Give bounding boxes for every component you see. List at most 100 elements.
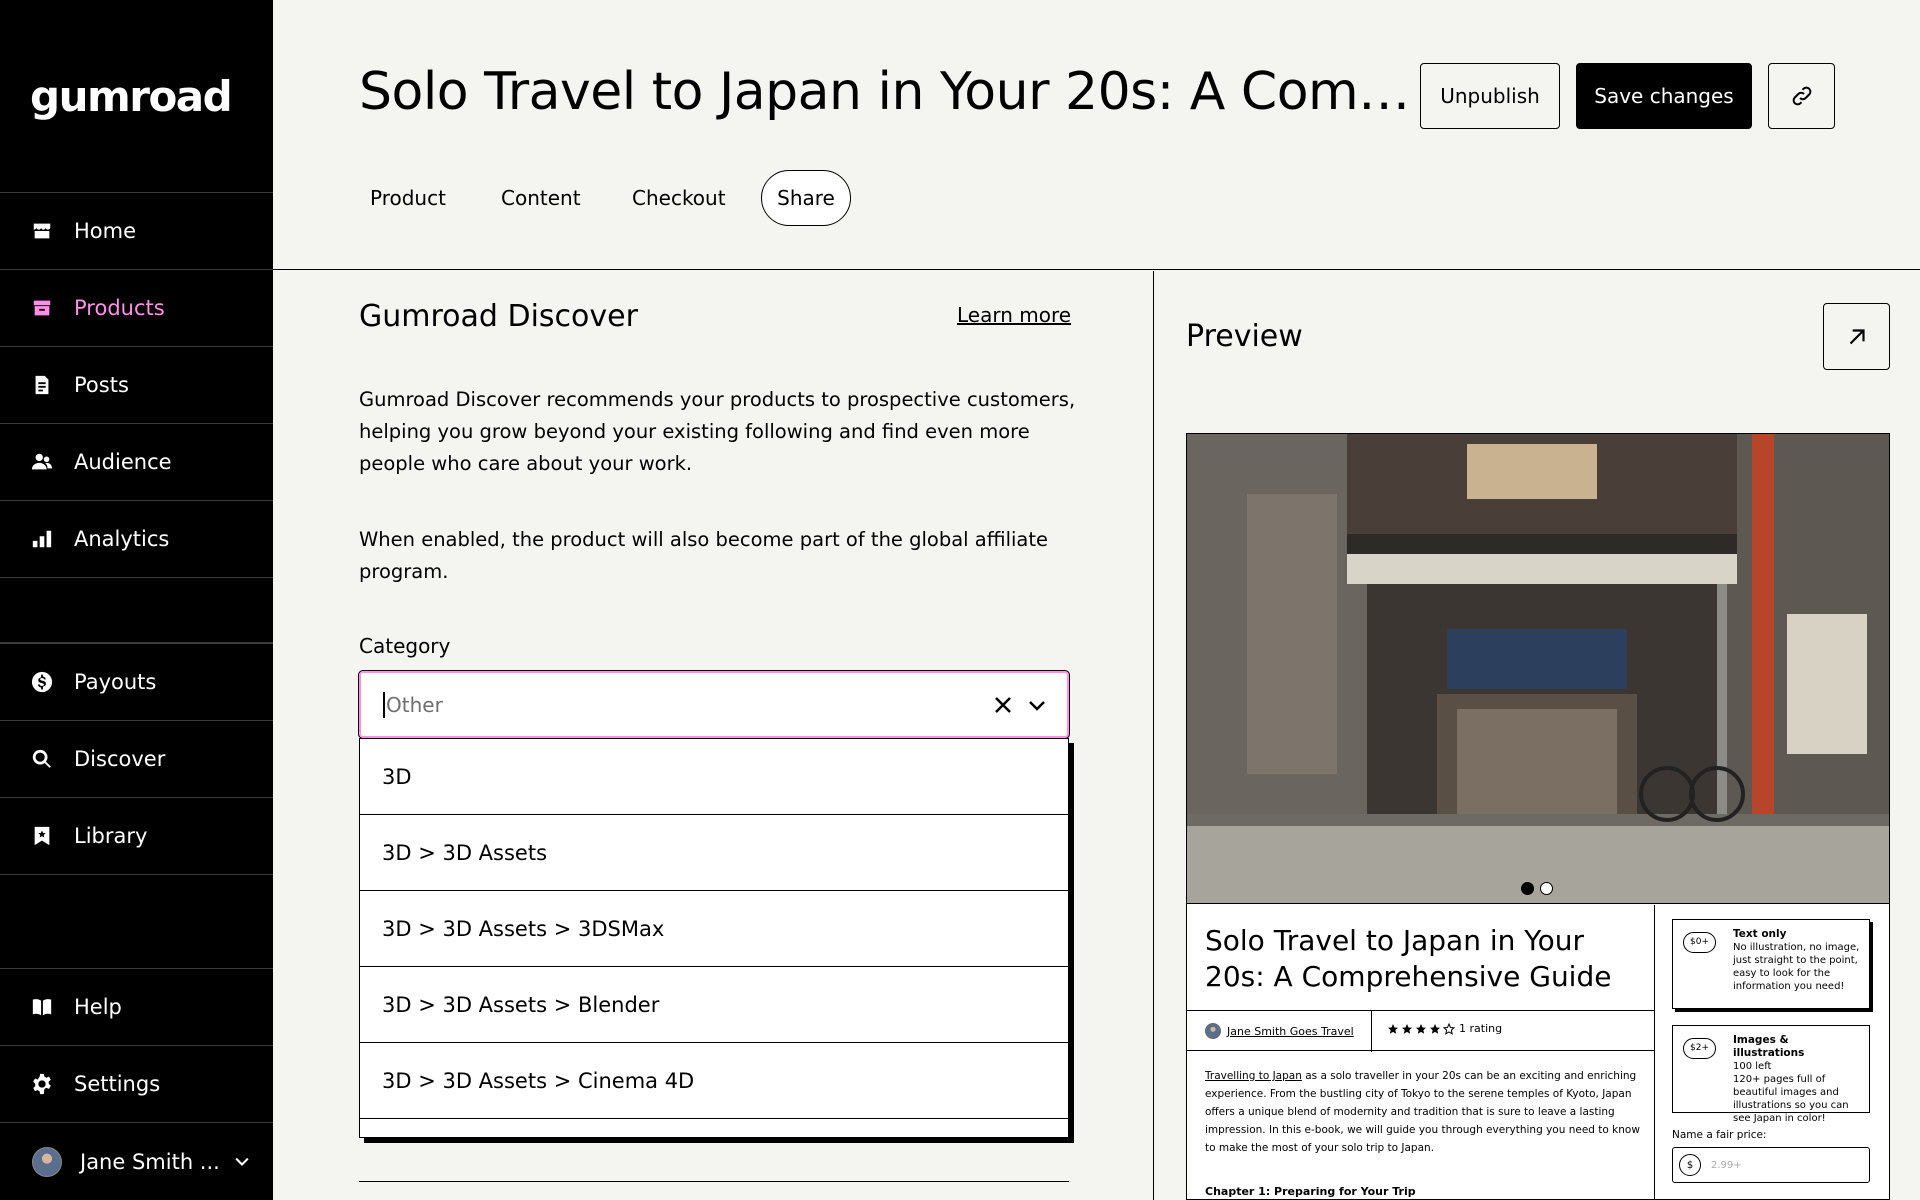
learn-more-link[interactable]: Learn more	[957, 303, 1071, 327]
text-caret	[383, 691, 385, 718]
user-name: Jane Smith ...	[80, 1149, 220, 1174]
pricing-options: $0+ Text only No illustration, no image,…	[1656, 905, 1889, 1199]
preview-panel: Preview Solo Travel to Japan in Your 20s…	[1153, 271, 1920, 1200]
star-icon	[1416, 1023, 1426, 1034]
image-pagination	[1521, 882, 1553, 895]
book-icon	[30, 995, 54, 1019]
category-option[interactable]: 3D > 3D Assets > 3DSMax	[360, 891, 1068, 967]
sidebar-item-label: Help	[74, 995, 122, 1019]
tier-description: 120+ pages full of beautiful images and …	[1733, 1074, 1849, 1124]
product-title: Solo Travel to Japan in Your 20s: A Comp…	[1205, 924, 1612, 993]
product-preview-card: Solo Travel to Japan in Your 20s: A Comp…	[1186, 433, 1890, 1200]
store-icon	[30, 219, 54, 243]
rating: 1 rating	[1387, 1022, 1502, 1035]
product-description: Travelling to Japan as a solo traveller …	[1205, 1067, 1645, 1157]
avatar	[32, 1146, 62, 1177]
preview-title: Preview	[1186, 319, 1303, 354]
dollar-circle-icon	[30, 670, 54, 694]
tab-product[interactable]: Product	[354, 170, 462, 226]
sidebar-item-settings[interactable]: Settings	[0, 1045, 273, 1122]
meta-divider	[1371, 1011, 1372, 1052]
category-option[interactable]: 3D	[360, 739, 1068, 815]
tier-price: $2+	[1683, 1038, 1716, 1059]
tab-checkout[interactable]: Checkout	[616, 170, 742, 226]
link-icon	[1792, 86, 1811, 106]
sidebar-divider	[0, 577, 273, 578]
sidebar-item-label: Discover	[74, 747, 166, 771]
archive-icon	[30, 296, 54, 320]
page-header: Solo Travel to Japan in Your 20s: A Comp…	[273, 0, 1920, 270]
tier-option[interactable]: $2+ Images & illustrations 100 left 120+…	[1672, 1025, 1870, 1124]
storefront-photo	[1187, 434, 1889, 903]
rating-count: 1 rating	[1459, 1022, 1503, 1035]
sidebar-item-payouts[interactable]: Payouts	[0, 643, 273, 720]
gumroad-logo[interactable]: gumroad	[30, 72, 233, 121]
affiliate-description: When enabled, the product will also beco…	[359, 528, 1049, 583]
currency-symbol: $	[1679, 1154, 1701, 1176]
save-changes-button[interactable]: Save changes	[1576, 63, 1752, 129]
fair-price-placeholder: 2.99+	[1711, 1159, 1742, 1171]
tier-option[interactable]: $0+ Text only No illustration, no image,…	[1672, 919, 1870, 1009]
sidebar-item-label: Products	[74, 296, 165, 320]
description-text: as a solo traveller in your 20s can be a…	[1205, 1070, 1640, 1154]
category-dropdown: 3D 3D > 3D Assets 3D > 3D Assets > 3DSMa…	[359, 738, 1069, 1138]
product-meta: Jane Smith Goes Travel 1 rating	[1187, 1010, 1655, 1052]
sidebar-divider	[0, 874, 273, 875]
chapter-heading: Chapter 1: Preparing for Your Trip	[1205, 1185, 1416, 1198]
user-menu[interactable]: Jane Smith ...	[0, 1122, 273, 1200]
description-link[interactable]: Travelling to Japan	[1205, 1070, 1302, 1082]
fair-price-input[interactable]: $ 2.99+	[1672, 1147, 1870, 1183]
fair-price-label: Name a fair price:	[1672, 1129, 1767, 1141]
sidebar-item-label: Posts	[74, 373, 129, 397]
author-avatar	[1205, 1023, 1221, 1039]
sidebar-item-discover[interactable]: Discover	[0, 720, 273, 797]
star-outline-icon	[1443, 1022, 1455, 1035]
arrow-up-right-icon	[1849, 328, 1865, 344]
unpublish-button[interactable]: Unpublish	[1420, 63, 1560, 129]
sidebar: gumroad Home Products Posts Audience Ana…	[0, 0, 273, 1200]
sidebar-item-label: Analytics	[74, 527, 170, 551]
chevron-down-icon	[235, 1157, 249, 1166]
category-label: Category	[359, 634, 451, 658]
image-dot[interactable]	[1540, 882, 1553, 895]
product-info: Solo Travel to Japan in Your 20s: A Comp…	[1187, 905, 1655, 1199]
category-select[interactable]: Other	[358, 670, 1070, 739]
sidebar-item-library[interactable]: Library	[0, 797, 273, 874]
image-dot[interactable]	[1521, 882, 1534, 895]
bookmark-icon	[30, 824, 54, 848]
author-link[interactable]: Jane Smith Goes Travel	[1205, 1023, 1354, 1039]
bar-chart-icon	[30, 527, 54, 551]
open-preview-button[interactable]	[1823, 303, 1890, 370]
document-icon	[30, 373, 54, 397]
sidebar-item-label: Settings	[74, 1072, 161, 1096]
star-icon	[1430, 1023, 1440, 1034]
people-icon	[30, 450, 54, 474]
sidebar-item-audience[interactable]: Audience	[0, 423, 273, 500]
sidebar-item-analytics[interactable]: Analytics	[0, 500, 273, 577]
copy-link-button[interactable]	[1768, 63, 1835, 129]
sidebar-item-label: Home	[74, 219, 137, 243]
category-option[interactable]: 3D > 3D Assets > Blender	[360, 967, 1068, 1043]
tier-name: Images & illustrations	[1733, 1034, 1805, 1059]
tier-name: Text only	[1733, 928, 1787, 940]
tab-share[interactable]: Share	[761, 170, 851, 226]
sidebar-item-posts[interactable]: Posts	[0, 346, 273, 423]
star-icon	[1402, 1023, 1412, 1034]
product-cover-image[interactable]	[1187, 434, 1889, 904]
gear-icon	[30, 1072, 54, 1096]
sidebar-item-home[interactable]: Home	[0, 192, 273, 269]
discover-settings: Gumroad Discover Learn more Gumroad Disc…	[273, 271, 1153, 1200]
discover-description: Gumroad Discover recommends your product…	[359, 388, 1076, 475]
author-name: Jane Smith Goes Travel	[1227, 1024, 1354, 1038]
tier-price: $0+	[1683, 932, 1716, 953]
sidebar-item-products[interactable]: Products	[0, 269, 273, 346]
section-divider	[359, 1181, 1069, 1182]
tab-content[interactable]: Content	[485, 170, 597, 226]
sidebar-item-label: Library	[74, 824, 148, 848]
tier-stock: 100 left	[1733, 1061, 1772, 1072]
sidebar-item-help[interactable]: Help	[0, 968, 273, 1045]
category-option[interactable]: 3D > 3D Assets	[360, 815, 1068, 891]
category-option[interactable]: 3D > 3D Assets > Cinema 4D	[360, 1043, 1068, 1119]
clear-icon[interactable]	[991, 693, 1015, 717]
chevron-down-icon[interactable]	[1025, 693, 1049, 717]
